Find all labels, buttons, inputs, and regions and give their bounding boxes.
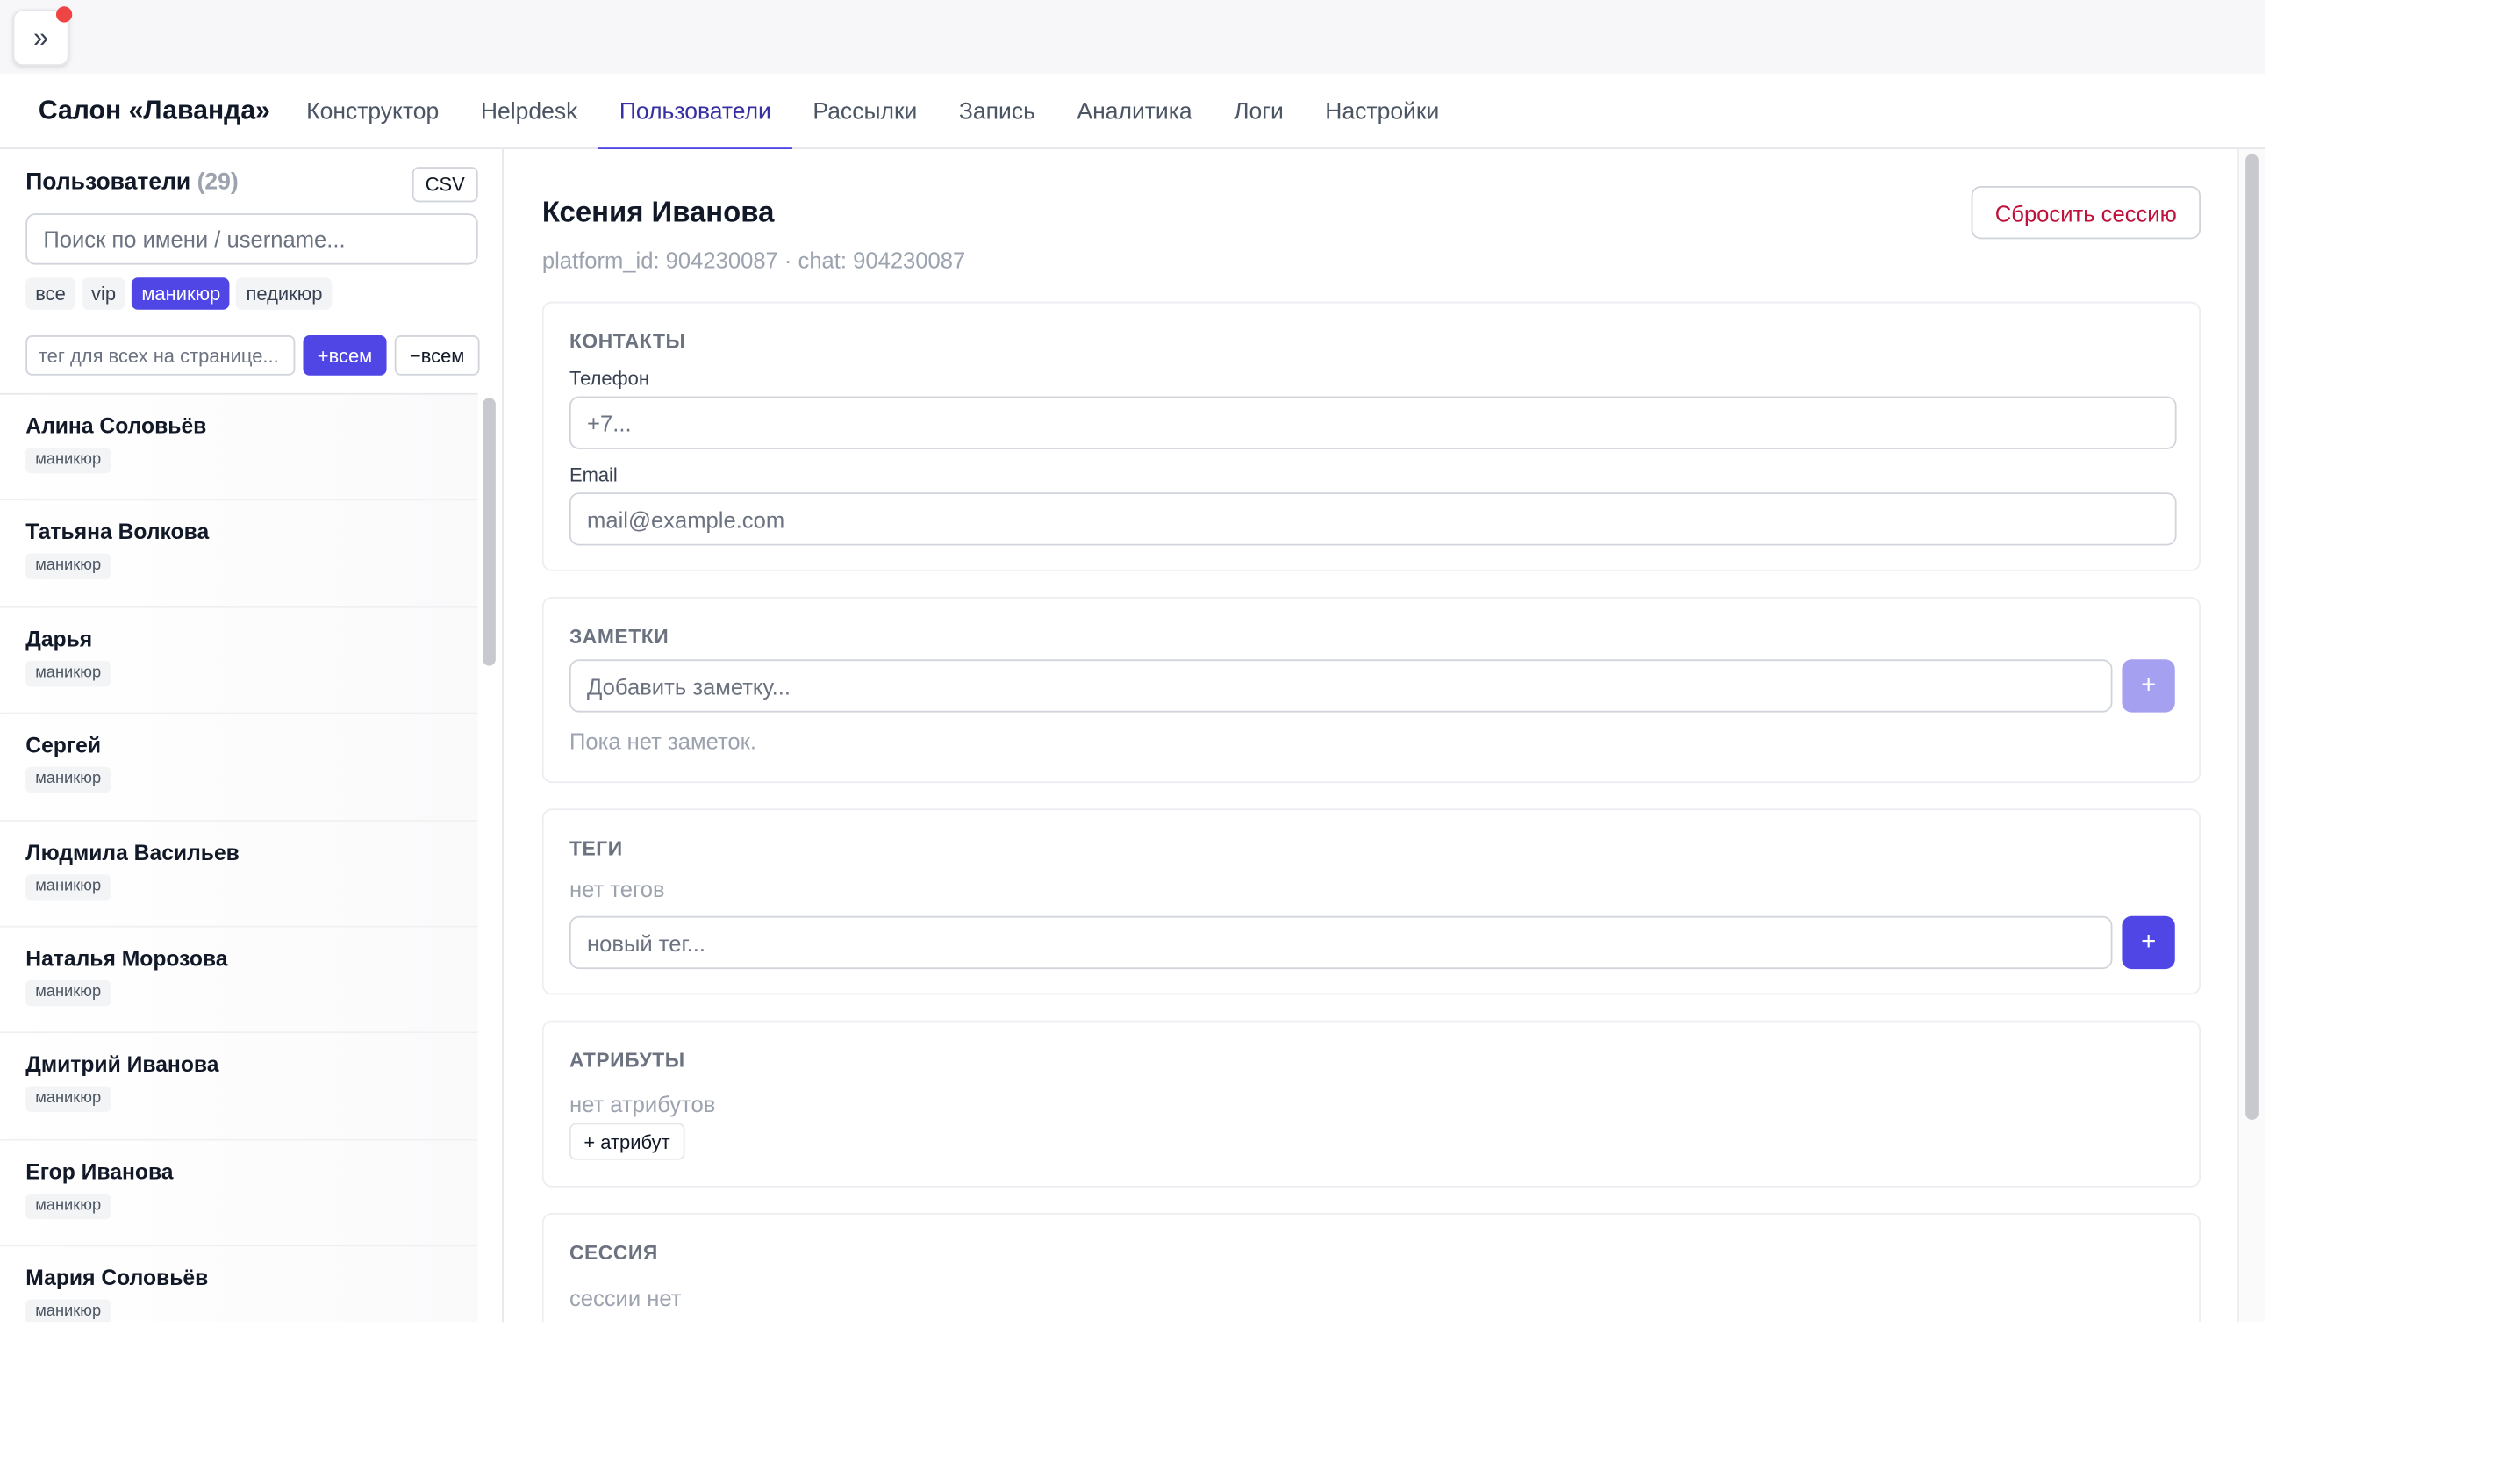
user-list-item-name: Мария Соловьёв: [25, 1266, 209, 1290]
tags-heading: ТЕГИ: [569, 837, 623, 860]
phone-label: Телефон: [569, 367, 649, 391]
session-card: СЕССИЯ сессии нет: [541, 1212, 2201, 1323]
tab-0[interactable]: Конструктор: [285, 74, 460, 149]
plus-icon: +: [2141, 928, 2157, 956]
email-input[interactable]: mail@example.com: [569, 492, 2177, 546]
notes-card: ЗАМЕТКИ Добавить заметку... + Пока нет з…: [541, 597, 2201, 784]
tab-4[interactable]: Запись: [938, 74, 1056, 149]
user-list-item-name: Татьяна Волкова: [25, 520, 210, 545]
contacts-heading: КОНТАКТЫ: [569, 330, 686, 354]
user-list-item-name: Дарья: [25, 627, 93, 651]
notes-heading: ЗАМЕТКИ: [569, 625, 669, 649]
bulk-add-tag-button[interactable]: +всем: [303, 335, 387, 376]
nav-tabs: Конструктор Helpdesk Пользователи Рассылки З…: [285, 74, 1461, 151]
user-list-item[interactable]: Дарья маникюр: [0, 607, 478, 714]
user-list-item-name: Алина Соловьёв: [25, 413, 207, 439]
top-strip: »: [0, 0, 2266, 75]
filter-chip-3[interactable]: педикюр: [236, 277, 333, 310]
phone-input[interactable]: +7...: [569, 396, 2177, 449]
user-list: Алина Соловьёв маникюр Татьяна Волкова мани…: [0, 392, 478, 1323]
user-search-input[interactable]: Поиск по имени / username...: [25, 213, 478, 265]
user-tag-badge: маникюр: [25, 1087, 111, 1113]
user-tag-badge: маникюр: [25, 448, 111, 474]
user-list-item-name: Дмитрий Иванова: [25, 1052, 219, 1078]
attributes-heading: АТРИБУТЫ: [569, 1049, 685, 1073]
user-list-item-name: Сергей: [25, 733, 102, 758]
tab-6[interactable]: Логи: [1213, 74, 1304, 149]
user-tag-badge: маникюр: [25, 1299, 111, 1323]
users-count: (29): [197, 169, 239, 197]
app-root: » Салон «Лаванда» Конструктор Helpdesk Пол…: [0, 0, 2520, 1471]
users-list-title: Пользователи (29): [25, 170, 238, 196]
user-platform-meta: platform_id: 904230087 · chat: 904230087: [541, 247, 966, 273]
user-list-item[interactable]: Людмила Васильев маникюр: [0, 821, 478, 928]
user-name-heading: Ксения Иванова: [541, 196, 775, 228]
notification-dot: [55, 6, 73, 23]
user-list-item[interactable]: Егор Иванова маникюр: [0, 1140, 478, 1247]
tab-1[interactable]: Helpdesk: [460, 74, 598, 149]
attributes-empty-text: нет атрибутов: [569, 1091, 716, 1117]
filter-chip-1[interactable]: vip: [82, 277, 126, 310]
user-list-item[interactable]: Наталья Морозова маникюр: [0, 927, 478, 1034]
user-tag-badge: маникюр: [25, 660, 111, 686]
email-label: Email: [569, 463, 618, 486]
filter-chip-2[interactable]: маникюр: [132, 277, 231, 310]
brand-title: Салон «Лаванда»: [38, 96, 270, 126]
add-attribute-button[interactable]: + атрибут: [569, 1123, 685, 1160]
users-sidebar: Пользователи (29) CSV Поиск по имени / u…: [0, 149, 504, 1323]
filter-chip-0[interactable]: все: [25, 277, 75, 310]
user-tag-badge: маникюр: [25, 767, 111, 793]
tags-card: ТЕГИ нет тегов новый тег... +: [541, 808, 2201, 995]
tab-5[interactable]: Аналитика: [1056, 74, 1213, 149]
export-csv-button[interactable]: CSV: [412, 167, 478, 203]
bulk-tag-controls: тег для всех на странице... +всем −всем: [25, 335, 480, 376]
add-note-input[interactable]: Добавить заметку...: [569, 659, 2113, 713]
session-empty-text: сессии нет: [569, 1285, 682, 1311]
user-tag-badge: маникюр: [25, 979, 111, 1007]
tag-filter-chips: все vip маникюр педикюр: [25, 277, 333, 310]
detail-scrollbar[interactable]: [2245, 154, 2259, 1120]
user-list-item[interactable]: Татьяна Волкова маникюр: [0, 501, 478, 608]
user-list-item-name: Егор Иванова: [25, 1159, 174, 1184]
user-tag-badge: маникюр: [25, 1193, 111, 1219]
user-tag-badge: маникюр: [25, 873, 111, 900]
user-list-item[interactable]: Сергей маникюр: [0, 714, 478, 822]
user-list-item[interactable]: Алина Соловьёв маникюр: [0, 394, 478, 502]
user-list-item[interactable]: Дмитрий Иванова маникюр: [0, 1033, 478, 1141]
contacts-card: КОНТАКТЫ Телефон +7... Email mail@exampl…: [541, 301, 2201, 571]
session-heading: СЕССИЯ: [569, 1241, 658, 1265]
tab-7[interactable]: Настройки: [1305, 74, 1461, 149]
user-list-item-name: Наталья Морозова: [25, 946, 228, 971]
bulk-tag-input[interactable]: тег для всех на странице...: [25, 335, 296, 376]
users-title-text: Пользователи: [25, 169, 191, 197]
notes-empty-text: Пока нет заметок.: [569, 728, 756, 755]
add-note-button[interactable]: +: [2122, 659, 2175, 713]
bulk-remove-tag-button[interactable]: −всем: [394, 335, 480, 376]
tags-empty-text: нет тегов: [569, 876, 665, 902]
plus-icon: +: [2141, 671, 2157, 700]
attributes-card: АТРИБУТЫ нет атрибутов + атрибут: [541, 1020, 2201, 1188]
user-tag-badge: маникюр: [25, 554, 111, 580]
tab-3[interactable]: Рассылки: [792, 74, 939, 149]
double-chevron-right-icon: »: [32, 21, 49, 53]
new-tag-input[interactable]: новый тег...: [569, 915, 2113, 970]
user-list-scrollbar[interactable]: [483, 398, 496, 666]
user-detail-panel: Ксения Иванова platform_id: 904230087 · …: [505, 149, 2266, 1323]
top-navbar: Салон «Лаванда» Конструктор Helpdesk Польз…: [0, 74, 2266, 151]
reset-session-button[interactable]: Сбросить сессию: [1971, 186, 2201, 240]
add-tag-button[interactable]: +: [2122, 915, 2175, 970]
tab-2[interactable]: Пользователи: [598, 74, 792, 151]
user-list-item-name: Людмила Васильев: [25, 840, 240, 865]
user-list-item[interactable]: Мария Соловьёв маникюр: [0, 1246, 478, 1323]
